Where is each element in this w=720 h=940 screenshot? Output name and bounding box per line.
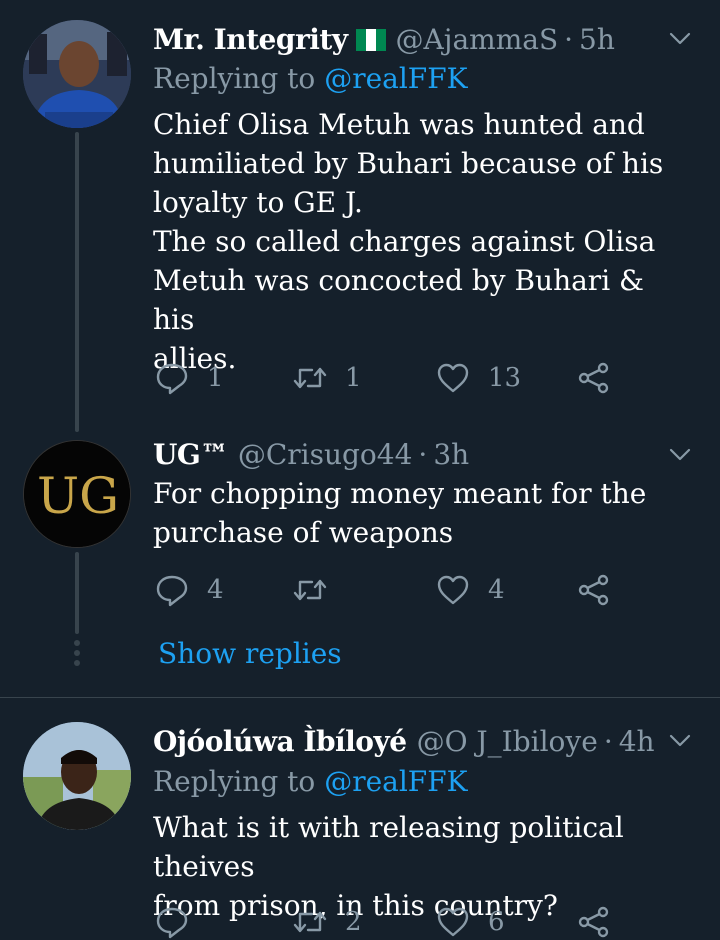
like-icon bbox=[437, 907, 469, 937]
timestamp[interactable]: 5h bbox=[579, 20, 615, 60]
tweet-header: Mr. Integrity @AjammaS · 5h bbox=[153, 20, 615, 60]
display-name[interactable]: Ojóolúwa Ìbíloyé bbox=[153, 722, 407, 762]
tweet-2[interactable]: UG UG™ @Crisugo44 · 3h For chopping mone… bbox=[0, 438, 720, 690]
retweet-icon bbox=[293, 367, 327, 389]
tweet-3[interactable]: Ojóolúwa Ìbíloyé @O J_Ibiloye · 4h Reply… bbox=[0, 722, 720, 939]
reply-icon bbox=[156, 575, 188, 607]
retweet-button[interactable]: 1 bbox=[293, 360, 362, 396]
reply-icon bbox=[156, 363, 188, 395]
like-button[interactable]: 4 bbox=[436, 572, 505, 608]
tweet-text: For chopping money meant for the purchas… bbox=[153, 477, 647, 549]
share-button[interactable] bbox=[577, 904, 611, 940]
share-icon bbox=[578, 906, 609, 938]
avatar-mr-integrity[interactable] bbox=[23, 20, 131, 128]
thread-line bbox=[75, 552, 79, 634]
share-icon bbox=[578, 574, 609, 606]
tweet-header: Ojóolúwa Ìbíloyé @O J_Ibiloye · 4h bbox=[153, 722, 655, 762]
like-icon bbox=[437, 363, 469, 393]
tweet-actions: 4 4 bbox=[155, 572, 625, 608]
flag-stripe bbox=[375, 29, 386, 51]
retweet-button[interactable]: 2 bbox=[293, 904, 362, 940]
display-name[interactable]: UG™ bbox=[153, 435, 228, 475]
replying-to: Replying to @realFFK bbox=[153, 763, 468, 801]
retweet-icon bbox=[293, 911, 327, 933]
retweet-icon bbox=[293, 579, 327, 601]
replying-to-label: Replying to bbox=[153, 765, 316, 798]
flag-stripe bbox=[355, 29, 366, 51]
user-handle[interactable]: @O J_Ibiloye bbox=[417, 722, 598, 762]
dot bbox=[74, 660, 80, 666]
user-handle[interactable]: @Crisugo44 bbox=[238, 435, 413, 475]
tweet-header: UG™ @Crisugo44 · 3h bbox=[153, 435, 469, 475]
like-icon bbox=[437, 575, 469, 605]
share-icon bbox=[578, 362, 609, 394]
tweet-text: Chief Olisa Metuh was hunted and humilia… bbox=[153, 108, 664, 375]
separator: · bbox=[564, 23, 574, 56]
chevron-down-icon[interactable] bbox=[668, 26, 692, 50]
mention-link[interactable]: @realFFK bbox=[324, 765, 467, 798]
chevron-down-icon[interactable] bbox=[668, 728, 692, 752]
divider bbox=[0, 697, 720, 698]
reply-count: 1 bbox=[207, 363, 224, 393]
like-button[interactable]: 13 bbox=[436, 360, 521, 396]
tweet-actions: 2 6 bbox=[155, 904, 625, 940]
reply-button[interactable] bbox=[155, 904, 207, 940]
like-count: 13 bbox=[488, 363, 522, 393]
retweet-count: 2 bbox=[345, 907, 362, 937]
timestamp[interactable]: 3h bbox=[433, 435, 469, 475]
separator: · bbox=[418, 438, 428, 471]
dot bbox=[74, 650, 80, 656]
reply-count: 4 bbox=[207, 575, 224, 605]
like-count: 4 bbox=[488, 575, 505, 605]
flag-stripe bbox=[365, 29, 376, 51]
more-replies-dots bbox=[74, 640, 80, 670]
dot bbox=[74, 640, 80, 646]
mention-link[interactable]: @realFFK bbox=[324, 62, 467, 95]
share-button[interactable] bbox=[577, 360, 611, 396]
thread-line bbox=[75, 132, 79, 432]
show-replies-link[interactable]: Show replies bbox=[158, 634, 342, 674]
separator: · bbox=[603, 725, 613, 758]
avatar-ojooluwa[interactable] bbox=[23, 722, 131, 830]
display-name[interactable]: Mr. Integrity bbox=[153, 20, 348, 60]
like-count: 6 bbox=[488, 907, 505, 937]
user-handle[interactable]: @AjammaS bbox=[396, 20, 559, 60]
retweet-count: 1 bbox=[345, 363, 362, 393]
like-button[interactable]: 6 bbox=[436, 904, 505, 940]
retweet-button[interactable] bbox=[293, 572, 345, 608]
share-button[interactable] bbox=[577, 572, 611, 608]
replying-to: Replying to @realFFK bbox=[153, 60, 468, 98]
tweet-actions: 1 1 13 bbox=[155, 360, 625, 396]
chevron-down-icon[interactable] bbox=[668, 442, 692, 466]
nigeria-flag-icon bbox=[355, 29, 386, 51]
reply-button[interactable]: 1 bbox=[155, 360, 224, 396]
avatar-monogram: UG bbox=[37, 467, 119, 525]
replying-to-label: Replying to bbox=[153, 62, 316, 95]
reply-button[interactable]: 4 bbox=[155, 572, 224, 608]
reply-icon bbox=[156, 907, 188, 939]
avatar-ug[interactable]: UG bbox=[23, 440, 131, 548]
timestamp[interactable]: 4h bbox=[619, 722, 655, 762]
tweet-1[interactable]: Mr. Integrity @AjammaS · 5h Replying to … bbox=[0, 20, 720, 432]
